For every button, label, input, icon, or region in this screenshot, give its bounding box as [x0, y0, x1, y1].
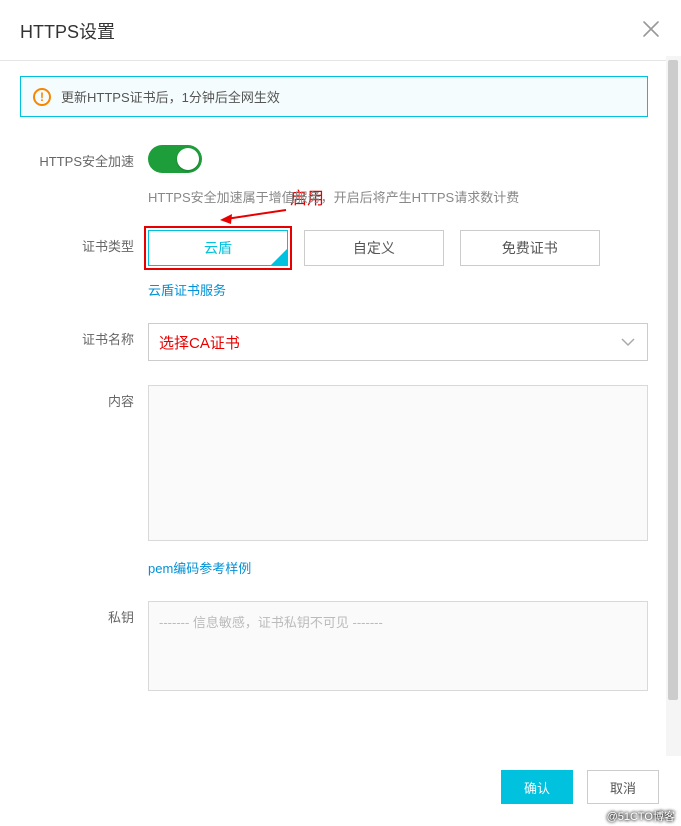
- label-cert-name: 证书名称: [20, 323, 148, 361]
- confirm-button[interactable]: 确认: [501, 770, 573, 804]
- cert-type-custom-label: 自定义: [353, 240, 395, 256]
- cancel-button[interactable]: 取消: [587, 770, 659, 804]
- label-cert-type: 证书类型: [20, 230, 148, 299]
- warning-icon: !: [33, 88, 51, 106]
- annotation-arrow-icon: [218, 206, 290, 224]
- dialog-header: HTTPS设置: [0, 0, 681, 61]
- label-https-accel: HTTPS安全加速: [20, 145, 148, 206]
- row-cert-name: 证书名称 选择CA证书: [20, 323, 648, 361]
- chevron-down-icon: [619, 333, 637, 351]
- scrollbar-thumb[interactable]: [668, 60, 678, 700]
- row-content: 内容 pem编码参考样例: [20, 385, 648, 577]
- row-privkey: 私钥: [20, 601, 648, 694]
- alert-text: 更新HTTPS证书后，1分钟后全网生效: [61, 87, 280, 106]
- close-icon[interactable]: [641, 19, 661, 44]
- selected-corner-icon: [270, 248, 288, 266]
- dialog-title: HTTPS设置: [20, 18, 115, 44]
- label-privkey: 私钥: [20, 601, 148, 694]
- scrollbar-track[interactable]: [666, 56, 681, 766]
- label-content: 内容: [20, 385, 148, 577]
- info-alert: ! 更新HTTPS证书后，1分钟后全网生效: [20, 76, 648, 117]
- https-accel-toggle[interactable]: [148, 145, 202, 173]
- toggle-knob: [177, 148, 199, 170]
- cert-name-select[interactable]: 选择CA证书: [148, 323, 648, 361]
- cert-content-textarea[interactable]: [148, 385, 648, 541]
- row-https-accel: HTTPS安全加速 HTTPS安全加速属于增值服务，开启后将产生HTTPS请求数…: [20, 145, 648, 206]
- dialog-footer: 确认 取消: [0, 756, 681, 826]
- cert-type-yundun-label: 云盾: [204, 240, 232, 256]
- row-cert-type: 证书类型 云盾 自定义 免费证书 云盾证书服务: [20, 230, 648, 299]
- cert-type-yundun[interactable]: 云盾: [148, 230, 288, 266]
- cert-type-free-label: 免费证书: [502, 240, 558, 256]
- pem-sample-link[interactable]: pem编码参考样例: [148, 558, 251, 577]
- https-settings-dialog: HTTPS设置 ! 更新HTTPS证书后，1分钟后全网生效 启用 HTTPS安全…: [0, 0, 681, 826]
- cert-type-custom[interactable]: 自定义: [304, 230, 444, 266]
- dialog-body: ! 更新HTTPS证书后，1分钟后全网生效 启用 HTTPS安全加速 HTTPS…: [0, 56, 666, 766]
- cert-type-free[interactable]: 免费证书: [460, 230, 600, 266]
- https-accel-desc: HTTPS安全加速属于增值服务，开启后将产生HTTPS请求数计费: [148, 187, 648, 206]
- cert-name-placeholder: 选择CA证书: [159, 332, 240, 353]
- yundun-cert-service-link[interactable]: 云盾证书服务: [148, 280, 226, 299]
- cert-privkey-textarea[interactable]: [148, 601, 648, 691]
